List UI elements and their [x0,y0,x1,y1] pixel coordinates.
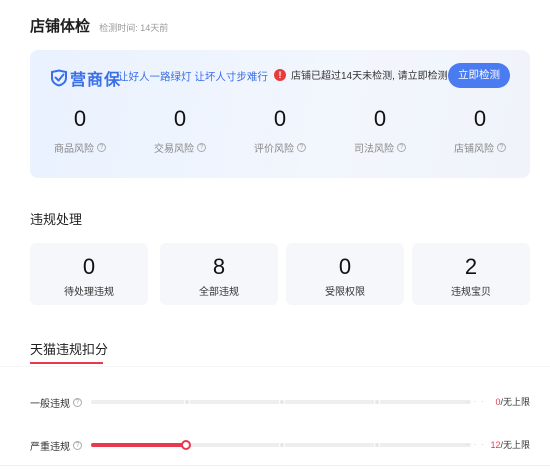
progress-fill [91,443,186,447]
detect-now-button[interactable]: 立即检测 [448,63,510,88]
shop-guard-card: 营商保 让好人一路绿灯 让坏人寸步难行 ! 店铺已超过14天未检测, 请立即检测… [30,50,530,178]
deduction-count: 12/无上限 [490,440,530,450]
help-icon[interactable]: ? [297,143,306,152]
shield-check-icon [51,69,67,87]
ellipsis-icon: · · · [466,439,485,449]
stat-restricted-permissions[interactable]: 0 受限权限 [286,243,404,305]
ellipsis-icon: · · · [466,396,485,406]
stat-value: 8 [212,254,226,279]
risk-label: 商品风险? [54,140,106,155]
help-icon[interactable]: ? [97,143,106,152]
risk-item-review[interactable]: 0 评价风险? [230,104,330,157]
risk-value: 0 [73,106,87,131]
stat-label: 受限权限 [325,287,365,298]
risk-value: 0 [373,106,387,131]
risk-label: 评价风险? [254,140,306,155]
warning-text: 店铺已超过14天未检测, 请立即检测 [291,71,448,82]
help-icon[interactable]: ? [197,143,206,152]
deduction-row-general: 一般违规? · · · 0/无上限 [30,395,530,410]
risk-item-judicial[interactable]: 0 司法风险? [330,104,430,157]
stat-pending-violations[interactable]: 0 待处理违规 [30,243,148,305]
stat-value: 2 [464,254,478,279]
risk-row: 0 商品风险? 0 交易风险? 0 评价风险? 0 司法风险? 0 店铺风险? [30,104,530,164]
page-title: 店铺体检 检测时间: 14天前 [30,15,168,36]
progress-tick [279,399,285,405]
warning-icon: ! [274,68,286,81]
guard-logo-text: 营商保 [70,72,122,89]
help-icon[interactable]: ? [397,143,406,152]
risk-item-goods[interactable]: 0 商品风险? [30,104,130,157]
stat-label: 违规宝贝 [451,287,491,298]
stat-label: 待处理违规 [64,287,114,298]
check-time: 检测时间: 14天前 [99,23,169,33]
tab-tmall-deduction[interactable]: 天猫违规扣分 [30,339,108,358]
risk-label: 司法风险? [354,140,406,155]
progress-tick [374,442,380,448]
risk-value: 0 [473,106,487,131]
divider [0,366,550,367]
deduction-label: 一般违规? [30,395,82,410]
risk-value: 0 [173,106,187,131]
detect-warning: ! 店铺已超过14天未检测, 请立即检测 [274,67,448,82]
progress-track [91,399,471,405]
risk-item-shop[interactable]: 0 店铺风险? [430,104,530,157]
progress-tick [279,442,285,448]
deduction-row-serious: 严重违规? · · · 12/无上限 [30,438,530,453]
help-icon[interactable]: ? [497,143,506,152]
help-icon[interactable]: ? [73,441,82,450]
risk-value: 0 [273,106,287,131]
progress-track [91,440,471,450]
risk-label: 交易风险? [154,140,206,155]
stat-all-violations[interactable]: 8 全部违规 [160,243,278,305]
page-title-text: 店铺体检 [30,18,91,35]
guard-logo: 营商保 [50,66,121,90]
help-icon[interactable]: ? [73,398,82,407]
progress-tick [184,399,190,405]
stat-value: 0 [338,254,352,279]
guard-slogan: 让好人一路绿灯 让坏人寸步难行 [118,71,268,83]
stat-violating-items[interactable]: 2 违规宝贝 [412,243,530,305]
risk-label: 店铺风险? [454,140,506,155]
stat-value: 0 [82,254,96,279]
progress-tick [374,399,380,405]
bottom-divider [0,465,550,466]
deduction-label: 严重违规? [30,438,82,453]
violations-title: 违规处理 [30,212,83,227]
progress-knob [181,440,191,450]
deduction-count: 0/无上限 [495,397,530,407]
risk-item-trade[interactable]: 0 交易风险? [130,104,230,157]
stat-label: 全部违规 [199,287,239,298]
tab-active-indicator [30,362,103,364]
